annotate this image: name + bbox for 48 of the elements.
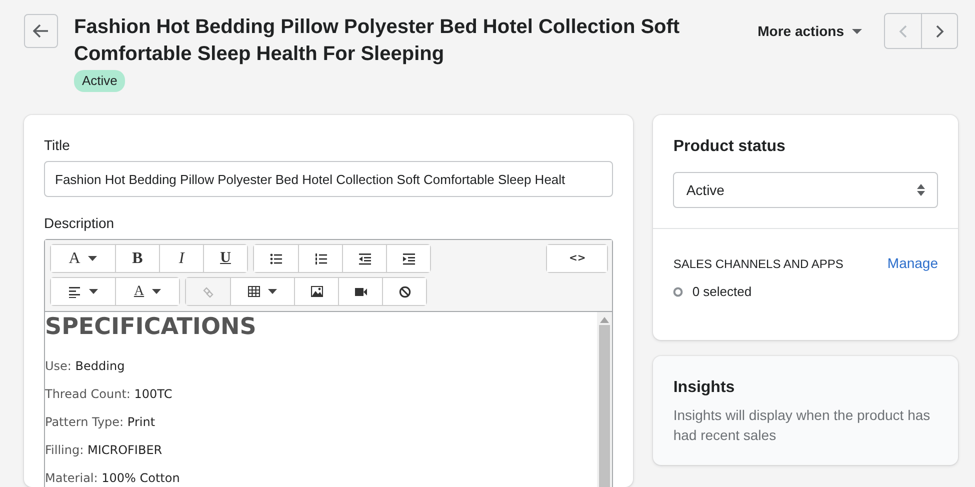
status-badge: Active [74, 70, 126, 92]
section-title: Product status [673, 137, 786, 156]
scroll-up-icon [600, 317, 610, 323]
chevron-right-icon [936, 24, 944, 38]
selected-count: 0 selected [692, 283, 752, 302]
back-button[interactable] [24, 14, 58, 48]
numbered-list-icon [314, 252, 326, 264]
spec-line: Thread Count: 100TC [45, 386, 174, 402]
select-arrows-icon [917, 184, 925, 196]
spec-line: Use: Bedding [45, 358, 126, 374]
status-select[interactable]: Active [673, 172, 938, 208]
status-circle-icon [673, 286, 684, 297]
video-camera-icon [354, 286, 366, 298]
caret-icon [852, 28, 862, 34]
back-arrow-icon [33, 24, 49, 38]
spec-line: Pattern Type: Print [45, 414, 156, 430]
link-icon [202, 286, 214, 298]
clear-format-icon [398, 286, 410, 298]
caret-icon [152, 289, 162, 294]
scrollbar-thumb[interactable] [599, 325, 610, 487]
indent-icon [402, 252, 414, 264]
caret-icon [88, 289, 98, 294]
insights-description: Insights will display when the product has had recent sales [673, 406, 932, 445]
image-icon [310, 286, 322, 298]
chevron-left-icon [899, 24, 907, 38]
title-input-field[interactable]: Fashion Hot Bedding Pillow Polyester Bed Hotel Collection Soft Comfortable Sleep Healt [44, 161, 614, 197]
code-view-button[interactable]: <> [547, 245, 608, 272]
align-left-icon [68, 286, 80, 298]
spec-line: Material: 100% Cotton [45, 470, 181, 486]
underline-button[interactable]: U [203, 245, 247, 272]
clear-format-button[interactable] [382, 278, 426, 305]
spec-line: Filling: MICROFIBER [45, 442, 164, 458]
caret-icon [88, 256, 98, 261]
bulleted-list-icon [270, 252, 282, 264]
indent-button[interactable] [386, 245, 430, 272]
field-label: Title [44, 136, 71, 155]
outdent-icon [358, 252, 370, 264]
more-actions-button[interactable]: More actions [752, 16, 868, 46]
manage-link[interactable]: Manage [887, 253, 938, 274]
table-icon [248, 286, 260, 298]
text-color-button[interactable]: A [115, 278, 179, 305]
field-label: Description [44, 214, 116, 233]
section-title: Insights [673, 378, 736, 397]
caret-icon [268, 289, 277, 294]
scrollbar[interactable] [597, 312, 612, 487]
product-title: Fashion Hot Bedding Pillow Polyester Bed Hotel Collection Soft Comfortable Sleep Health For Sleeping [74, 15, 681, 67]
section-heading: SALES CHANNELS AND APPS [673, 256, 844, 273]
editor-heading: SPECIFICATIONS [45, 313, 258, 342]
